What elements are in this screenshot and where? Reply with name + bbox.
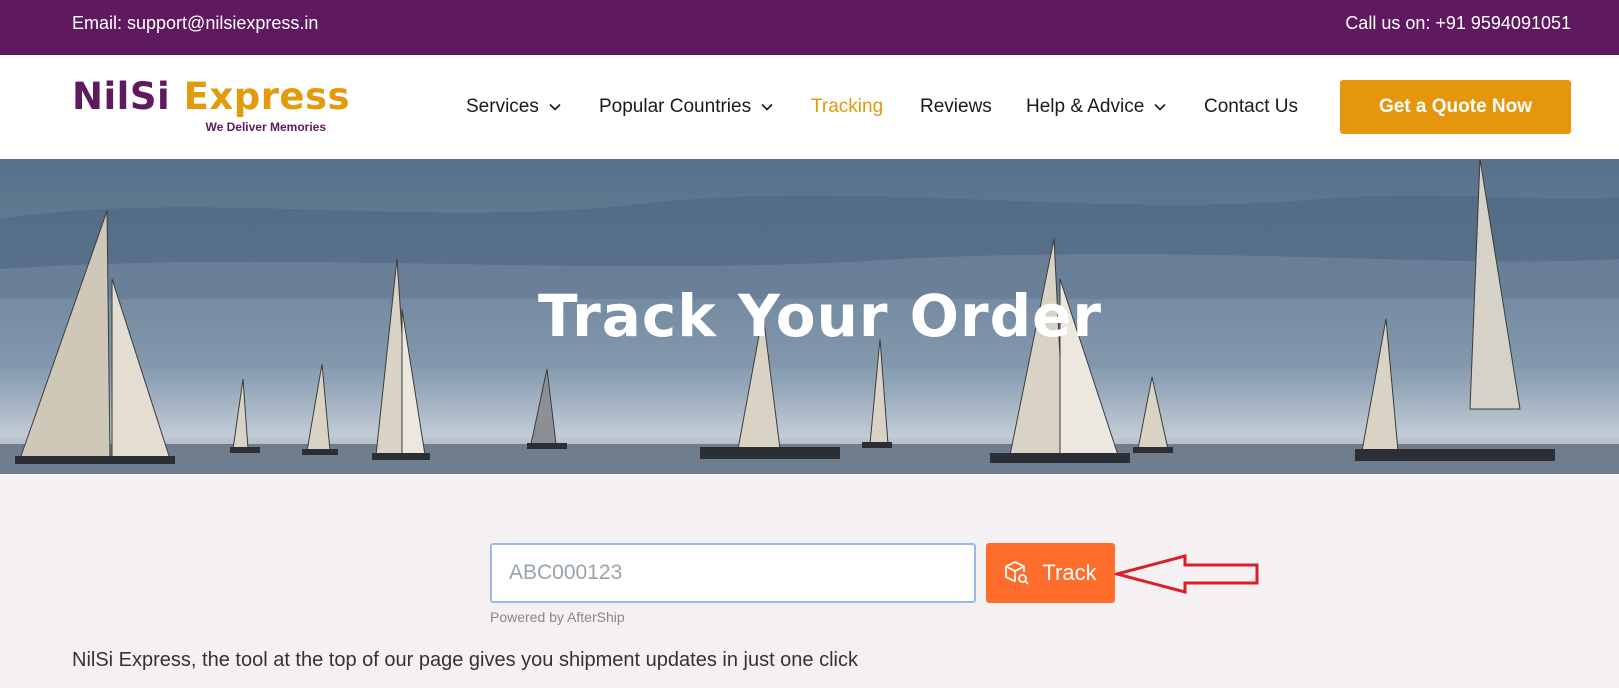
email-contact[interactable]: Email: support@nilsiexpress.in xyxy=(72,13,318,34)
hero-title: Track Your Order xyxy=(537,282,1103,350)
chevron-down-icon xyxy=(1154,103,1166,111)
nav-item-tracking[interactable]: Tracking xyxy=(811,96,883,118)
track-button-label: Track xyxy=(1042,560,1097,585)
get-quote-button[interactable]: Get a Quote Now xyxy=(1340,80,1571,134)
site-header: NilSi Express We Deliver Memories Servic… xyxy=(0,55,1619,159)
tracking-description: NilSi Express, the tool at the top of ou… xyxy=(72,649,858,671)
nav-item-label: Services xyxy=(466,96,539,117)
chevron-down-icon xyxy=(761,103,773,111)
nav-item-services[interactable]: Services xyxy=(466,96,562,118)
tracking-section: Track Powered by AfterShip NilSi Express… xyxy=(0,474,1619,688)
nav-item-popular-countries[interactable]: Popular Countries xyxy=(599,96,774,118)
logo-brand: NilSi Express xyxy=(72,75,350,119)
red-arrow-annotation-icon xyxy=(1115,554,1259,594)
logo-brand-part1: NilSi xyxy=(72,75,171,118)
chevron-down-icon xyxy=(549,103,561,111)
nav-item-label: Tracking xyxy=(811,96,884,117)
nav-item-contact-us[interactable]: Contact Us xyxy=(1204,96,1298,118)
phone-contact[interactable]: Call us on: +91 9594091051 xyxy=(1345,13,1571,34)
top-contact-bar: Email: support@nilsiexpress.in Call us o… xyxy=(0,0,1619,55)
logo[interactable]: NilSi Express We Deliver Memories xyxy=(72,75,350,139)
nav-item-label: Help & Advice xyxy=(1026,96,1145,117)
logo-brand-part2: Express xyxy=(183,75,351,118)
nav-item-label: Contact Us xyxy=(1204,96,1298,117)
nav-item-label: Reviews xyxy=(920,96,992,117)
logo-tagline: We Deliver Memories xyxy=(205,120,327,134)
tracking-number-input[interactable] xyxy=(490,543,976,603)
nav-item-reviews[interactable]: Reviews xyxy=(920,96,992,118)
nav-item-label: Popular Countries xyxy=(599,96,752,117)
track-button[interactable]: Track xyxy=(986,543,1115,603)
nav-item-help-advice[interactable]: Help & Advice xyxy=(1026,96,1167,118)
hero-banner: Track Your Order xyxy=(0,159,1619,474)
package-search-icon xyxy=(1005,561,1030,585)
powered-by-aftership[interactable]: Powered by AfterShip xyxy=(490,609,625,625)
